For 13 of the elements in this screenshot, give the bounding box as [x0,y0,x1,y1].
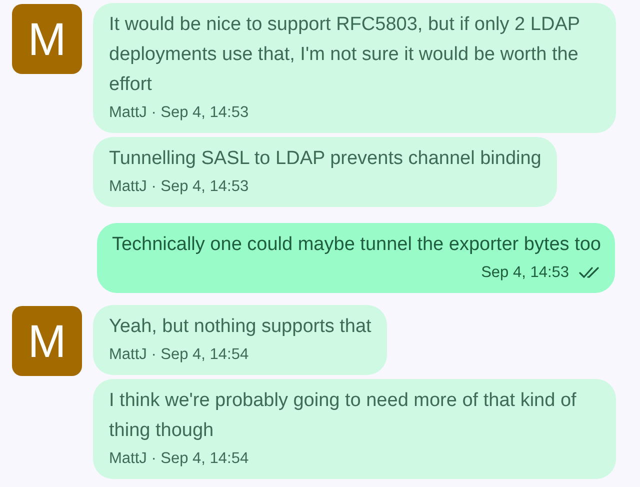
message-text: Tunnelling SASL to LDAP prevents channel binding [109,147,542,171]
double-check-icon [579,266,601,280]
message-meta: Sep 4, 14:53 [481,263,569,283]
message-text: It would be nice to support RFC5803, but if only 2 LDAP deployments use that, I'm not sure it would be worth the effort [109,13,581,97]
message-meta: MattJ · Sep 4, 14:54 [109,449,250,469]
message-meta: MattJ · Sep 4, 14:53 [109,177,250,197]
message-text: Technically one could maybe tunnel the exporter bytes too [112,233,601,257]
message-meta: MattJ · Sep 4, 14:54 [109,345,250,365]
message-text: Yeah, but nothing supports that [109,315,372,339]
avatar: M [12,306,82,376]
avatar: M [12,4,82,74]
message-meta: MattJ · Sep 4, 14:53 [109,103,250,123]
message-text: I think we're probably going to need more of that kind of thing though [109,389,578,443]
